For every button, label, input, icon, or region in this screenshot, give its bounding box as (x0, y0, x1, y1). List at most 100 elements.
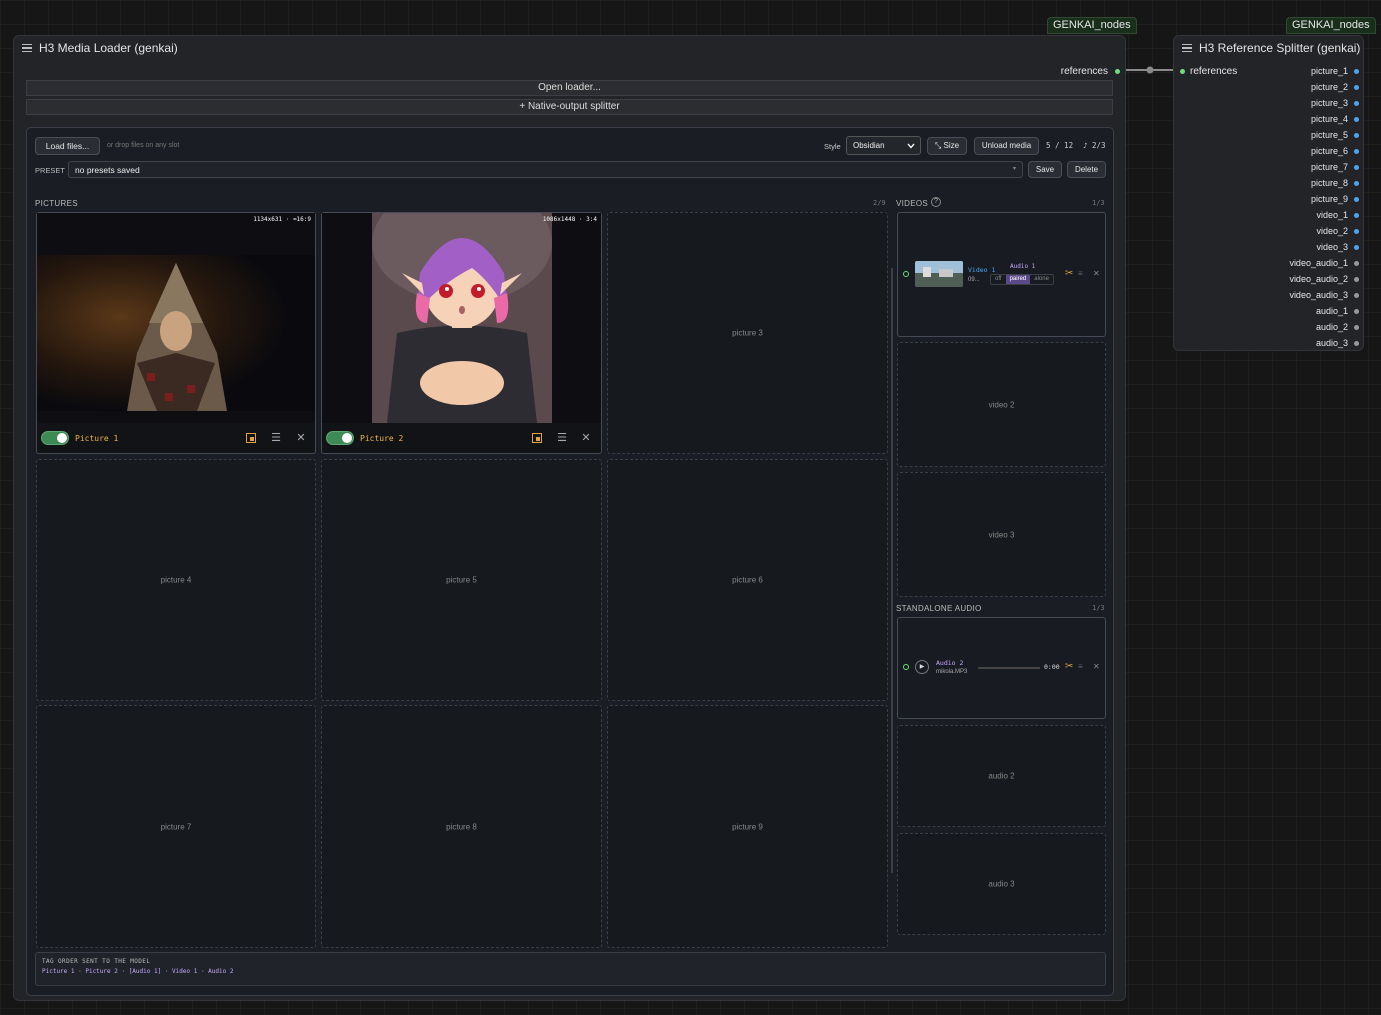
output-port-picture-4[interactable] (1354, 117, 1359, 122)
menu-icon[interactable] (22, 43, 32, 53)
mode-paired[interactable]: paired (1005, 275, 1031, 284)
splitter-title-bar[interactable]: H3 Reference Splitter (genkai) (1174, 36, 1363, 60)
enable-dot-icon[interactable] (903, 664, 909, 670)
picture-2-dimensions: 1086x1448 · 3:4 (542, 216, 597, 223)
close-icon[interactable]: ✕ (295, 432, 307, 444)
preset-select[interactable]: no presets saved ▾ (68, 161, 1023, 178)
output-port-video-audio-2[interactable] (1354, 277, 1359, 282)
audio-2-name: Audio 2 (936, 659, 964, 667)
output-label-picture-9: picture_9 (1310, 194, 1348, 204)
references-input-label: references (1190, 66, 1238, 77)
picture-slot-7[interactable]: picture 7 (36, 705, 316, 948)
open-loader-button[interactable]: Open loader... (26, 80, 1113, 96)
media-loader-node[interactable]: H3 Media Loader (genkai) references Open… (13, 35, 1126, 1001)
picture-2-toggle[interactable] (326, 431, 354, 445)
play-icon[interactable]: ▶ (915, 660, 929, 674)
output-port-picture-2[interactable] (1354, 85, 1359, 90)
output-port-video-3[interactable] (1354, 245, 1359, 250)
output-port-video-1[interactable] (1354, 213, 1359, 218)
output-port-picture-3[interactable] (1354, 101, 1359, 106)
standalone-audio-label: STANDALONE AUDIO (896, 604, 982, 613)
output-port-video-audio-1[interactable] (1354, 261, 1359, 266)
menu-lines-icon[interactable]: ≡ (1078, 662, 1083, 671)
size-button[interactable]: ⤡ Size (927, 137, 967, 155)
output-label-picture-8: picture_8 (1310, 178, 1348, 188)
output-label-video-3: video_3 (1316, 242, 1348, 252)
audio-seek-bar[interactable] (978, 667, 1040, 669)
video-slot-1[interactable]: Video 1 09... Audio 1 off paired alone ✂… (897, 212, 1106, 337)
references-output-port[interactable] (1115, 69, 1120, 74)
picture-1-dimensions: 1134x631 · ≈16:9 (253, 216, 311, 223)
references-input-port[interactable] (1180, 69, 1185, 74)
picture-slot-9[interactable]: picture 9 (607, 705, 888, 948)
style-label: Style (824, 142, 841, 151)
audio-3-placeholder: audio 3 (988, 879, 1015, 889)
audio-slot-2[interactable]: audio 2 (897, 725, 1106, 827)
style-select[interactable]: Obsidian (846, 136, 921, 155)
chevron-down-icon (907, 143, 915, 149)
close-icon[interactable]: ✕ (580, 432, 592, 444)
output-port-video-2[interactable] (1354, 229, 1359, 234)
unload-media-button[interactable]: Unload media (974, 137, 1039, 155)
chevron-icon: ▾ (1012, 166, 1016, 172)
drop-hint: or drop files on any slot (107, 142, 180, 149)
picture-2-image (372, 213, 552, 423)
output-port-video-audio-3[interactable] (1354, 293, 1359, 298)
menu-lines-icon[interactable]: ☰ (556, 432, 568, 444)
audio-slot-1[interactable]: ▶ Audio 2 mikola.MP3 0:00 ✂ ≡ ✕ (897, 617, 1106, 719)
tag-order-value: Picture 1 · Picture 2 · [Audio 1] · Vide… (42, 968, 234, 975)
crop-icon[interactable] (246, 433, 256, 443)
audio-slot-3[interactable]: audio 3 (897, 833, 1106, 935)
help-icon[interactable]: ? (931, 197, 941, 207)
picture-slot-4[interactable]: picture 4 (36, 459, 316, 701)
mode-alone[interactable]: alone (1030, 275, 1053, 284)
output-port-audio-2[interactable] (1354, 325, 1359, 330)
loader-title-bar[interactable]: H3 Media Loader (genkai) (14, 36, 1125, 60)
picture-1-toggle[interactable] (41, 431, 69, 445)
picture-slot-5[interactable]: picture 5 (321, 459, 602, 701)
column-scrollbar[interactable] (891, 268, 893, 873)
close-icon[interactable]: ✕ (1093, 662, 1100, 671)
video-slot-3[interactable]: video 3 (897, 472, 1106, 597)
tag-order-label: TAG ORDER SENT TO THE MODEL (42, 958, 151, 965)
menu-lines-icon[interactable]: ≡ (1078, 269, 1083, 278)
picture-slot-8[interactable]: picture 8 (321, 705, 602, 948)
audio-mode-toggle[interactable]: off paired alone (990, 274, 1054, 285)
output-port-picture-5[interactable] (1354, 133, 1359, 138)
output-port-picture-1[interactable] (1354, 69, 1359, 74)
video-3-placeholder: video 3 (988, 530, 1015, 539)
output-port-audio-3[interactable] (1354, 341, 1359, 346)
output-port-picture-9[interactable] (1354, 197, 1359, 202)
output-port-picture-8[interactable] (1354, 181, 1359, 186)
output-label-audio-2: audio_2 (1315, 322, 1348, 332)
menu-lines-icon[interactable]: ☰ (270, 432, 282, 444)
picture-2-name: Picture 2 (360, 434, 404, 443)
native-output-splitter-button[interactable]: + Native-output splitter (26, 99, 1113, 115)
output-port-picture-7[interactable] (1354, 165, 1359, 170)
crop-icon[interactable] (532, 433, 542, 443)
preset-delete-button[interactable]: Delete (1067, 161, 1106, 178)
menu-icon[interactable] (1182, 43, 1192, 53)
picture-slot-6[interactable]: picture 6 (607, 459, 888, 701)
enable-dot-icon[interactable] (903, 271, 909, 277)
picture-slot-1[interactable]: 1134x631 · ≈16:9 Picture 1 ☰ ✕ (36, 212, 316, 454)
mode-off[interactable]: off (991, 275, 1006, 284)
picture-slot-3[interactable]: picture 3 (607, 212, 888, 454)
preset-save-button[interactable]: Save (1028, 161, 1062, 178)
picture-slot-2[interactable]: 1086x1448 · 3:4 Picture 2 ☰ ✕ (321, 212, 602, 454)
scissors-icon[interactable]: ✂ (1065, 661, 1073, 672)
output-port-audio-1[interactable] (1354, 309, 1359, 314)
media-panel: Load files... or drop files on any slot … (26, 127, 1114, 996)
load-files-button[interactable]: Load files... (35, 137, 100, 155)
scissors-icon[interactable]: ✂ (1065, 268, 1073, 279)
video-1-name: Video 1 (968, 266, 996, 274)
reference-splitter-node[interactable]: H3 Reference Splitter (genkai) reference… (1173, 35, 1364, 351)
picture-3-placeholder: picture 3 (732, 328, 763, 338)
video-slot-2[interactable]: video 2 (897, 342, 1106, 467)
videos-label: VIDEOS (896, 199, 929, 208)
close-icon[interactable]: ✕ (1093, 269, 1100, 278)
audio-time: 0:00 (1044, 663, 1060, 671)
output-port-picture-6[interactable] (1354, 149, 1359, 154)
picture-8-placeholder: picture 8 (446, 822, 477, 831)
loader-title: H3 Media Loader (genkai) (39, 41, 178, 55)
